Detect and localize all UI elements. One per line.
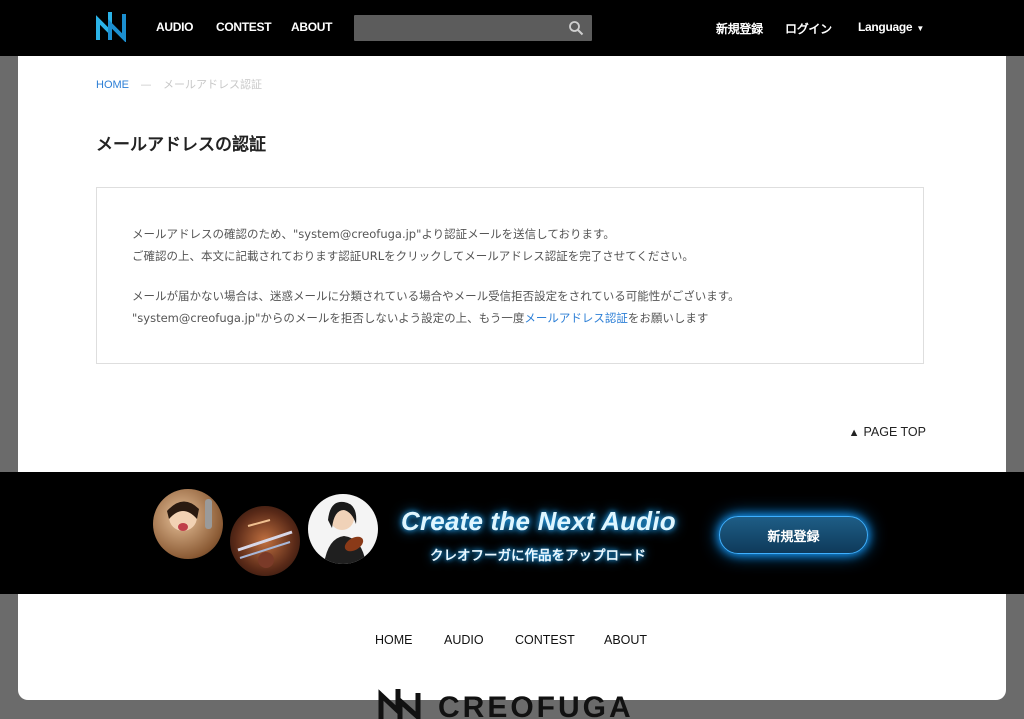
page-top-link[interactable]: ▲ PAGE TOP (849, 425, 926, 439)
violinist-avatar (308, 494, 378, 564)
language-dropdown[interactable]: Language ▼ (858, 20, 924, 34)
page-title: メールアドレスの認証 (96, 135, 266, 155)
banner-signup-button[interactable]: 新規登録 (719, 516, 868, 554)
footer-link-audio[interactable]: AUDIO (444, 633, 484, 647)
footer-logo-icon (378, 689, 421, 719)
singer-avatar (153, 489, 223, 559)
top-navigation-bar: AUDIO CONTEST ABOUT 新規登録 ログイン Language ▼ (0, 0, 1024, 56)
banner-headline: Create the Next Audio (401, 506, 676, 536)
nav-audio[interactable]: AUDIO (156, 20, 193, 34)
breadcrumb-current: メールアドレス認証 (163, 78, 262, 91)
message-box: メールアドレスの確認のため、"system@creofuga.jp"より認証メー… (96, 187, 924, 364)
search-box (354, 15, 592, 41)
message-line-1: メールアドレスの確認のため、"system@creofuga.jp"より認証メー… (132, 227, 615, 241)
promo-banner[interactable]: Create the Next Audio クレオフーガに作品をアップロード 新… (0, 472, 1024, 594)
email-verification-link[interactable]: メールアドレス認証 (524, 311, 628, 325)
breadcrumb-separator: — (140, 78, 152, 91)
content-card: HOME — メールアドレス認証 メールアドレスの認証 メールアドレスの確認のた… (18, 56, 1006, 700)
nav-about[interactable]: ABOUT (291, 20, 332, 34)
language-label: Language (858, 20, 913, 34)
footer-logo-text: CREOFUGA (438, 691, 634, 719)
message-line-3: メールが届かない場合は、迷惑メールに分類されている場合やメール受信拒否設定をされ… (132, 289, 740, 303)
footer-logo[interactable]: CREOFUGA (378, 687, 648, 719)
signup-link[interactable]: 新規登録 (716, 20, 763, 37)
creofuga-logo-icon[interactable] (96, 10, 126, 42)
banner-subline: クレオフーガに作品をアップロード (430, 548, 646, 564)
triangle-up-icon: ▲ (848, 427, 860, 439)
footer-link-about[interactable]: ABOUT (604, 633, 647, 647)
message-line-4-suffix: をお願いします (627, 311, 709, 325)
breadcrumb: HOME — メールアドレス認証 (96, 76, 262, 92)
caret-down-icon: ▼ (916, 24, 924, 33)
violinist-avatar-image (324, 501, 366, 564)
message-line-2: ご確認の上、本文に記載されております認証URLをクリックしてメールアドレス認証を… (132, 249, 694, 263)
instrument-avatar (230, 506, 300, 576)
footer-link-home[interactable]: HOME (375, 633, 413, 647)
search-input[interactable] (354, 15, 559, 41)
breadcrumb-home[interactable]: HOME (96, 79, 129, 91)
search-icon[interactable] (568, 20, 584, 36)
login-link[interactable]: ログイン (785, 20, 832, 37)
instrument-avatar-image (237, 519, 293, 568)
footer-link-contest[interactable]: CONTEST (515, 633, 575, 647)
message-line-4-prefix: "system@creofuga.jp"からのメールを拒否しないよう設定の上、も… (132, 311, 525, 325)
page-top-label: PAGE TOP (863, 425, 926, 439)
message-line-4: "system@creofuga.jp"からのメールを拒否しないよう設定の上、も… (132, 310, 708, 326)
singer-avatar-image (167, 499, 212, 531)
nav-contest[interactable]: CONTEST (216, 20, 272, 34)
